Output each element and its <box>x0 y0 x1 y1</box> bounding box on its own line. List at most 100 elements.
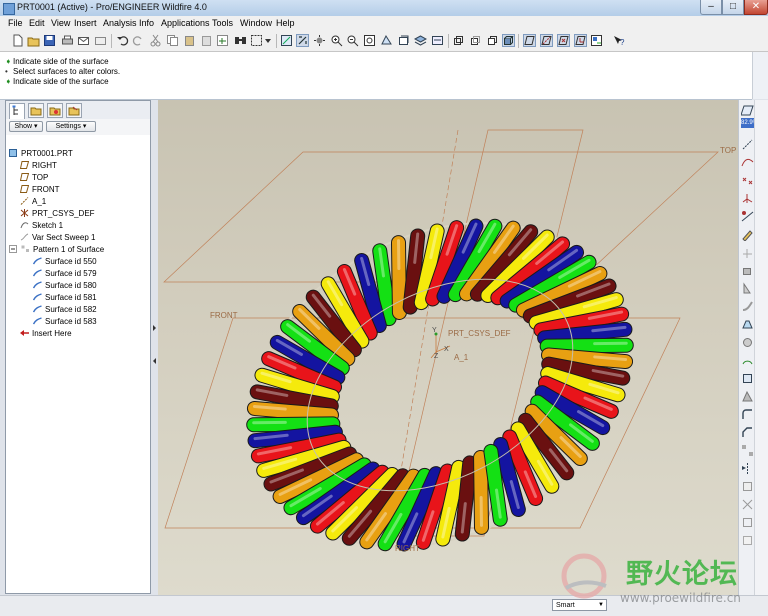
cut-icon[interactable] <box>149 34 162 47</box>
save-icon[interactable] <box>43 34 56 47</box>
datum-planes-icon[interactable] <box>523 34 536 47</box>
model-view[interactable]: FRONT TOP RIGHT PRT_CSYS_DEF A_1 Y X Z <box>158 100 738 595</box>
menu-tools[interactable]: Tools <box>212 18 233 28</box>
select-dropdown-icon[interactable] <box>264 34 272 47</box>
paste-icon[interactable] <box>183 34 196 47</box>
rib-tool-icon[interactable] <box>741 372 754 385</box>
shell-tool-icon[interactable] <box>741 354 754 367</box>
message-scrollbar[interactable] <box>752 52 768 99</box>
tree-node[interactable]: TOP <box>20 173 48 184</box>
menu-edit[interactable]: Edit <box>29 18 45 28</box>
print-icon[interactable] <box>61 34 74 47</box>
refit-icon[interactable] <box>363 34 376 47</box>
tree-node[interactable]: Pattern 1 of Surface <box>9 245 104 256</box>
torus-model[interactable] <box>195 160 685 595</box>
shading-icon[interactable] <box>502 34 515 47</box>
redo-icon[interactable] <box>132 34 145 47</box>
tree-node[interactable]: Var Sect Sweep 1 <box>20 233 95 244</box>
datum-axes-icon[interactable] <box>540 34 553 47</box>
email-icon[interactable] <box>77 34 90 47</box>
datum-points-icon[interactable] <box>557 34 570 47</box>
revolve-tool-icon[interactable] <box>741 282 754 295</box>
no-hidden-icon[interactable] <box>486 34 499 47</box>
tab-favorites[interactable] <box>47 103 63 118</box>
wireframe-icon[interactable] <box>452 34 465 47</box>
menu-insert[interactable]: Insert <box>74 18 97 28</box>
mirror-tool-icon[interactable] <box>741 462 754 475</box>
variable-sweep-tool-icon[interactable] <box>741 300 754 313</box>
regenerate-icon[interactable] <box>216 34 229 47</box>
tree-node[interactable]: Surface id 581 <box>33 293 97 304</box>
menu-info[interactable]: Info <box>139 18 154 28</box>
csys-display-icon[interactable] <box>574 34 587 47</box>
orient-mode-icon[interactable] <box>313 34 326 47</box>
menu-analysis[interactable]: Analysis <box>103 18 137 28</box>
hidden-line-icon[interactable] <box>469 34 482 47</box>
menu-view[interactable]: View <box>51 18 70 28</box>
new-file-icon[interactable] <box>11 34 24 47</box>
reorient-icon[interactable] <box>380 34 393 47</box>
place-tool-icon[interactable] <box>741 246 754 259</box>
tree-node[interactable]: Surface id 583 <box>33 317 97 328</box>
expand-collapse-icon[interactable] <box>9 245 18 253</box>
panel-splitter[interactable] <box>151 100 158 595</box>
graphics-window[interactable]: FRONT TOP RIGHT PRT_CSYS_DEF A_1 Y X Z <box>158 100 738 595</box>
menu-window[interactable]: Window <box>240 18 272 28</box>
tree-node[interactable]: Sketch 1 <box>20 221 63 232</box>
settings-button[interactable]: Settings ▾ <box>46 121 96 132</box>
analysis-tool-icon[interactable] <box>741 210 754 223</box>
annotation-display-icon[interactable] <box>590 34 603 47</box>
menu-help[interactable]: Help <box>276 18 295 28</box>
trim-tool-icon[interactable] <box>741 498 754 511</box>
extend-tool-icon[interactable] <box>741 516 754 529</box>
tree-node[interactable]: RIGHT <box>20 161 57 172</box>
tree-node[interactable]: Surface id 550 <box>33 257 97 268</box>
open-file-icon[interactable] <box>27 34 40 47</box>
find-icon[interactable] <box>234 34 247 47</box>
tree-node[interactable]: FRONT <box>20 185 60 196</box>
tree-node[interactable]: Insert Here <box>20 329 72 340</box>
paste-special-icon[interactable] <box>200 34 213 47</box>
offset-tool-icon[interactable] <box>741 534 754 547</box>
tree-node[interactable]: A_1 <box>20 197 46 208</box>
datum-plane-tool-icon[interactable] <box>741 104 754 117</box>
hole-tool-icon[interactable] <box>741 336 754 349</box>
chamfer-tool-icon[interactable] <box>741 426 754 439</box>
tree-node[interactable]: Surface id 582 <box>33 305 97 316</box>
pattern-tool-icon[interactable] <box>741 444 754 457</box>
merge-tool-icon[interactable] <box>741 480 754 493</box>
close-button[interactable]: ✕ <box>744 0 768 15</box>
tab-connections[interactable] <box>66 103 82 118</box>
minimize-button[interactable]: – <box>700 0 722 15</box>
copy-icon[interactable] <box>166 34 179 47</box>
draft-tool-icon[interactable] <box>741 390 754 403</box>
extrude-tool-icon[interactable] <box>741 264 754 277</box>
datum-point-tool-icon[interactable] <box>741 174 754 187</box>
view-manager-icon[interactable] <box>431 34 444 47</box>
round-tool-icon[interactable] <box>741 408 754 421</box>
datum-axis-tool-icon[interactable] <box>741 138 754 151</box>
csys-tool-icon[interactable] <box>741 192 754 205</box>
tab-folder-browser[interactable] <box>28 103 44 118</box>
blend-tool-icon[interactable] <box>741 318 754 331</box>
tree-node[interactable]: Surface id 580 <box>33 281 97 292</box>
tab-model-tree[interactable] <box>9 103 25 119</box>
maximize-button[interactable]: □ <box>722 0 744 15</box>
show-button[interactable]: Show ▾ <box>9 121 43 132</box>
tree-node[interactable]: PRT_CSYS_DEF <box>20 209 95 220</box>
sketch-tool-icon[interactable] <box>741 228 754 241</box>
saved-views-icon[interactable] <box>397 34 410 47</box>
right-scrollbar[interactable] <box>754 100 768 595</box>
select-box-icon[interactable] <box>250 34 263 47</box>
zoom-in-icon[interactable] <box>330 34 343 47</box>
spin-center-icon[interactable] <box>296 34 309 47</box>
menu-applications[interactable]: Applications <box>161 18 210 28</box>
email-attach-icon[interactable] <box>94 34 107 47</box>
whats-this-help-icon[interactable]: ? <box>612 34 625 47</box>
undo-icon[interactable] <box>116 34 129 47</box>
menu-file[interactable]: File <box>8 18 23 28</box>
datum-curve-tool-icon[interactable] <box>741 156 754 169</box>
tree-node[interactable]: PRT0001.PRT <box>9 149 73 160</box>
layers-icon[interactable] <box>414 34 427 47</box>
repaint-icon[interactable] <box>280 34 293 47</box>
